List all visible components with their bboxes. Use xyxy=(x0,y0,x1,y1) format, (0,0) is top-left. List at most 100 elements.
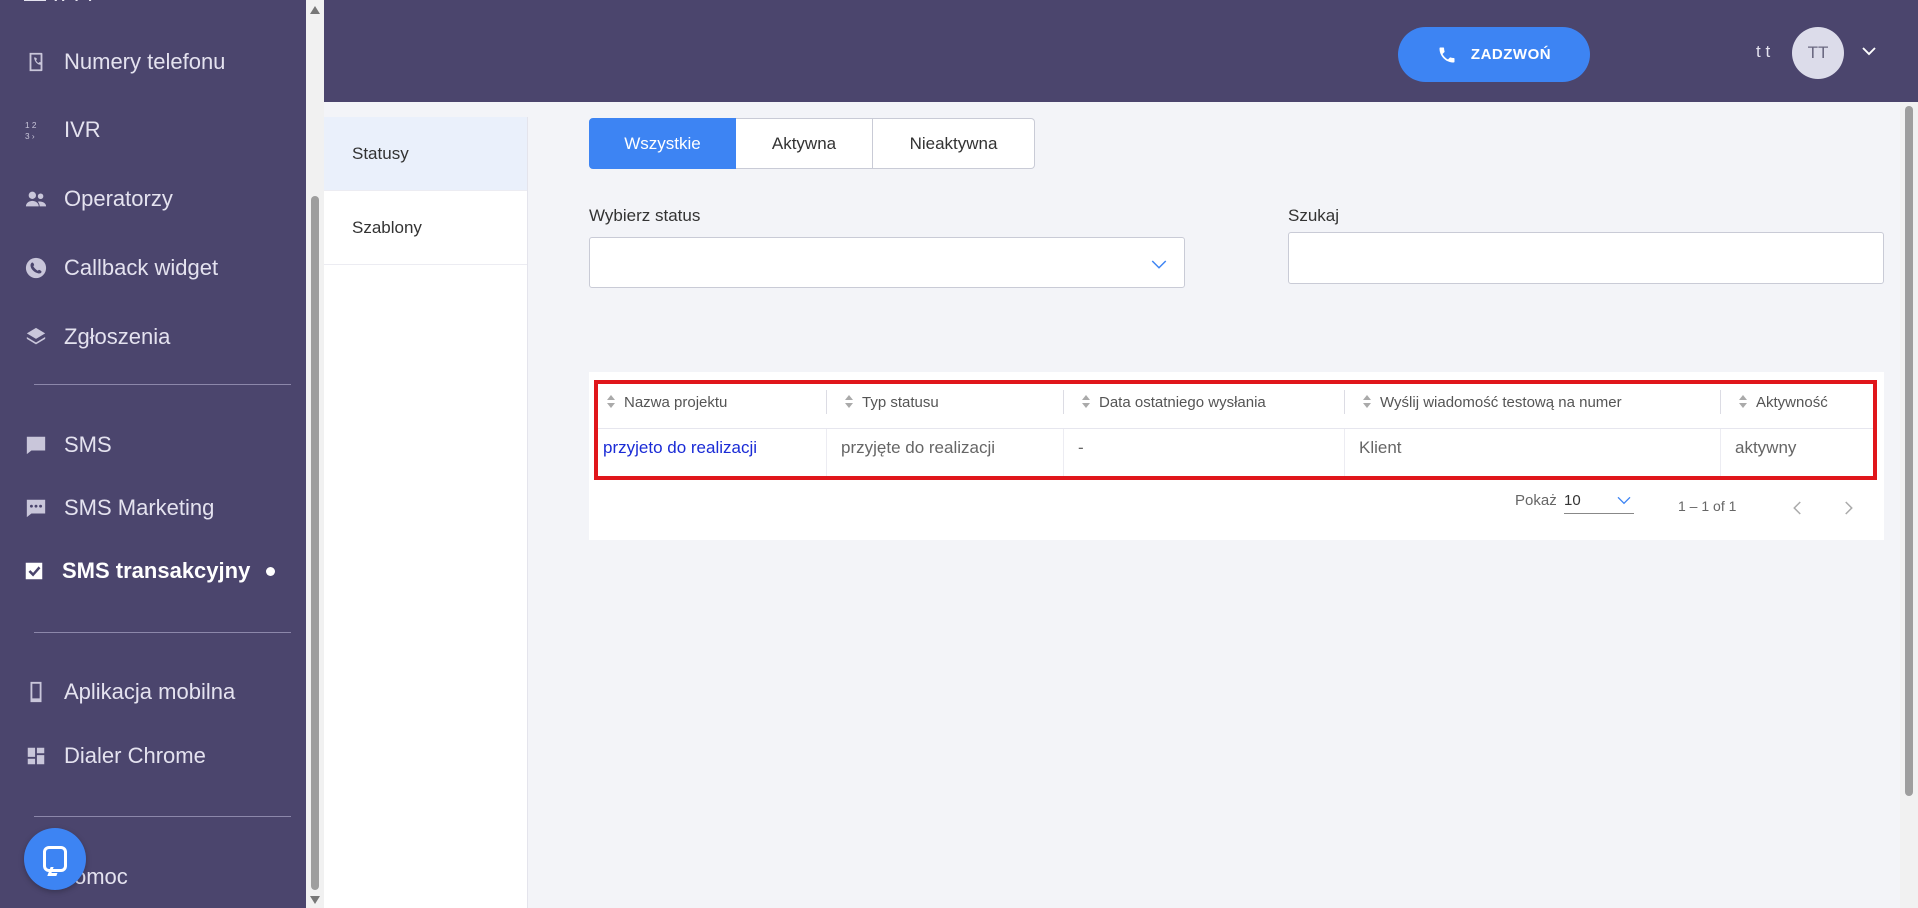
sort-icon xyxy=(606,394,616,410)
call-button-label: ZADZWOŃ xyxy=(1470,46,1552,63)
mobile-icon xyxy=(24,680,48,704)
chat-launcher-button[interactable] xyxy=(24,828,86,890)
sidebar-item-label: Callback widget xyxy=(64,255,219,280)
sidebar-item-sms-marketing[interactable]: SMS Marketing xyxy=(0,484,306,532)
sidebar-item-ivr[interactable]: 1 23 › IVR xyxy=(0,106,306,154)
sidebar-item-sms[interactable]: SMS xyxy=(0,421,306,469)
subnav-item-templates[interactable]: Szablony xyxy=(324,191,527,265)
sidebar-item-label: IVR xyxy=(64,117,101,142)
sidebar-divider xyxy=(34,632,291,633)
table-cell-last-sent-date: - xyxy=(1078,438,1084,457)
column-header-label: Data ostatniego wysłania xyxy=(1099,393,1266,411)
cell-divider xyxy=(826,429,827,476)
column-divider xyxy=(1720,390,1721,414)
sidebar-item-label: Aplikacja mobilna xyxy=(64,679,236,704)
sidebar-item-label: SMS Marketing xyxy=(64,495,215,520)
sort-icon xyxy=(1738,394,1748,410)
sidebar-scrollbar[interactable] xyxy=(306,0,324,908)
column-header-project-name[interactable]: Nazwa projektu xyxy=(606,390,727,414)
ivr-numbers-icon: 1 23 › xyxy=(24,118,48,142)
sidebar-item-label: SMS xyxy=(64,432,112,457)
check-box-icon xyxy=(22,559,46,583)
column-header-label: Typ statusu xyxy=(862,393,939,411)
sidebar-item-label: Numery telefonu xyxy=(64,49,226,74)
scroll-up-icon[interactable] xyxy=(310,6,320,14)
svg-text:3 ›: 3 › xyxy=(25,132,35,141)
sidebar-item-callback-widget[interactable]: Callback widget xyxy=(0,244,306,292)
cell-divider xyxy=(1344,429,1345,476)
chat-icon xyxy=(24,433,48,457)
sub-navigation: Statusy Szablony xyxy=(324,117,528,908)
users-icon xyxy=(24,187,48,211)
page-size-label: Pokaż xyxy=(1515,492,1557,509)
previous-page-button[interactable] xyxy=(1788,496,1808,520)
chevron-down-icon xyxy=(1151,260,1167,269)
phone-circle-icon xyxy=(24,256,48,280)
top-header: ZADZWOŃ t t TT xyxy=(324,0,1918,102)
sidebar-item-label: Operatorzy xyxy=(64,186,173,211)
avatar[interactable]: TT xyxy=(1792,27,1844,79)
sort-icon xyxy=(844,394,854,410)
sidebar-divider xyxy=(34,384,291,385)
sidebar-item-label: SMS transakcyjny xyxy=(62,558,251,583)
scrollbar-thumb[interactable] xyxy=(311,196,319,890)
call-button[interactable]: ZADZWOŃ xyxy=(1398,27,1590,82)
filter-tabs: Wszystkie Aktywna Nieaktywna xyxy=(589,118,1035,169)
table-cell-project-name[interactable]: przyjeto do realizacji xyxy=(603,438,757,458)
tab-all[interactable]: Wszystkie xyxy=(589,118,736,169)
table-cell-status-type: przyjęte do realizacji xyxy=(841,438,996,457)
column-header-label: Nazwa projektu xyxy=(624,393,728,411)
chat-dots-icon xyxy=(24,496,48,520)
column-header-label: Wyślij wiadomość testową na numer xyxy=(1380,393,1622,411)
status-select[interactable] xyxy=(589,237,1185,288)
chat-bubble-icon xyxy=(43,846,67,872)
sidebar-item-operators[interactable]: Operatorzy xyxy=(0,175,306,223)
tab-active[interactable]: Aktywna xyxy=(736,118,873,169)
chevron-left-icon xyxy=(1793,501,1801,515)
chevron-down-icon xyxy=(1617,496,1631,505)
sidebar-item-partial[interactable]: — ·· · · xyxy=(24,0,94,12)
dashboard-icon xyxy=(24,744,48,768)
chevron-right-icon xyxy=(1845,501,1853,515)
cell-divider xyxy=(1720,429,1721,476)
column-header-send-test[interactable]: Wyślij wiadomość testową na numer xyxy=(1362,390,1622,414)
sidebar-item-tickets[interactable]: Zgłoszenia xyxy=(0,313,306,361)
column-header-label: Aktywność xyxy=(1756,393,1828,411)
chevron-down-icon[interactable] xyxy=(1860,42,1878,60)
scroll-down-icon[interactable] xyxy=(310,896,320,904)
column-header-status-type[interactable]: Typ statusu xyxy=(844,390,939,414)
search-label: Szukaj xyxy=(1288,206,1340,225)
row-divider xyxy=(598,428,1873,429)
tab-inactive[interactable]: Nieaktywna xyxy=(873,118,1035,169)
page-size-select[interactable]: 10 xyxy=(1564,488,1634,514)
column-divider xyxy=(1344,390,1345,414)
phone-icon xyxy=(1439,47,1455,62)
layers-icon xyxy=(24,325,48,349)
cell-divider xyxy=(1063,429,1064,476)
sort-icon xyxy=(1081,394,1091,410)
status-select-label: Wybierz status xyxy=(589,206,701,225)
svg-text:1 2: 1 2 xyxy=(25,121,37,130)
sidebar: — ·· · · Numery telefonu 1 23 › IVR Oper… xyxy=(0,0,306,908)
sidebar-item-sms-transactional[interactable]: SMS transakcyjny xyxy=(0,547,304,595)
page-scrollbar[interactable] xyxy=(1900,102,1918,908)
column-divider xyxy=(1063,390,1064,414)
sidebar-item-dialer-chrome[interactable]: Dialer Chrome xyxy=(0,732,306,780)
table-cell-activity: aktywny xyxy=(1735,438,1797,457)
sidebar-item-label: Dialer Chrome xyxy=(64,743,206,768)
next-page-button[interactable] xyxy=(1838,496,1858,520)
scrollbar-thumb[interactable] xyxy=(1905,106,1913,796)
sidebar-item-label: Zgłoszenia xyxy=(64,324,171,349)
phone-book-icon xyxy=(24,50,48,74)
column-header-last-sent-date[interactable]: Data ostatniego wysłania xyxy=(1081,390,1266,414)
search-input[interactable] xyxy=(1288,232,1884,284)
sidebar-item-mobile-app[interactable]: Aplikacja mobilna xyxy=(0,668,306,716)
table-cell-send-test[interactable]: Klient xyxy=(1359,438,1402,458)
column-divider xyxy=(826,390,827,414)
sidebar-item-phone-numbers[interactable]: Numery telefonu xyxy=(0,38,306,86)
column-header-activity[interactable]: Aktywność xyxy=(1738,390,1828,414)
sidebar-divider xyxy=(34,816,291,817)
pagination-range: 1 – 1 of 1 xyxy=(1678,498,1737,514)
subnav-item-statuses[interactable]: Statusy xyxy=(324,117,527,191)
user-name: t t xyxy=(1756,42,1771,61)
